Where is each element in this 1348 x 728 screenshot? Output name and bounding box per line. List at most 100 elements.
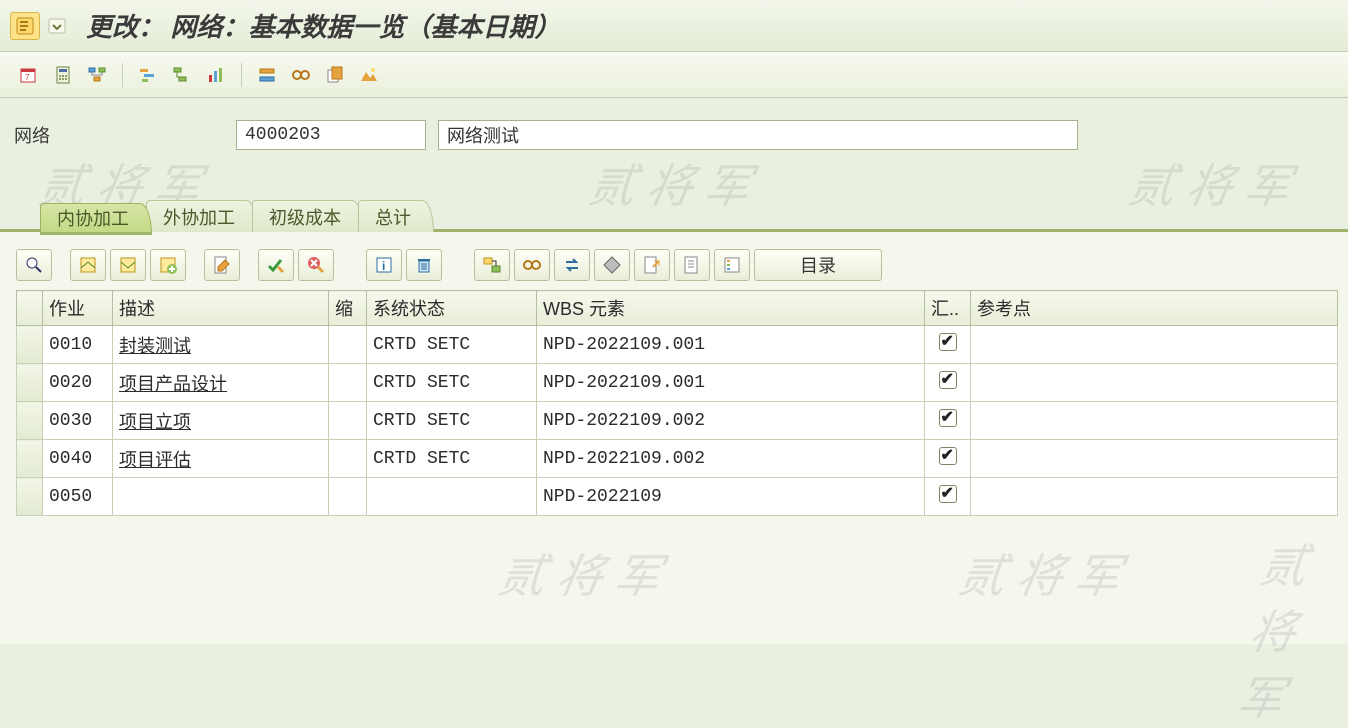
cell-wbs[interactable]: NPD-2022109.002: [537, 440, 925, 478]
row-selector[interactable]: [17, 326, 43, 364]
extras-pattern-button[interactable]: [594, 249, 630, 281]
cell-refpoint[interactable]: [971, 326, 1338, 364]
info-button[interactable]: i: [366, 249, 402, 281]
cell-short[interactable]: [329, 402, 367, 440]
delete-button[interactable]: [406, 249, 442, 281]
col-description[interactable]: 描述: [113, 291, 329, 326]
edit-button[interactable]: [204, 249, 240, 281]
cell-agg[interactable]: [925, 364, 971, 402]
cell-refpoint[interactable]: [971, 402, 1338, 440]
cell-operation[interactable]: 0010: [43, 326, 113, 364]
table-row[interactable]: 0020项目产品设计 CRTD SETCNPD-2022109.001: [17, 364, 1338, 402]
extras-list-button[interactable]: [714, 249, 750, 281]
row-selector[interactable]: [17, 440, 43, 478]
insert-row-icon: [158, 255, 178, 275]
cell-agg[interactable]: [925, 326, 971, 364]
cost-button[interactable]: [354, 61, 384, 89]
tab-total[interactable]: 总计: [358, 200, 434, 232]
cell-status[interactable]: CRTD SETC: [367, 440, 537, 478]
cell-status[interactable]: [367, 478, 537, 516]
col-short[interactable]: 缩: [329, 291, 367, 326]
network-desc-input[interactable]: [438, 120, 1078, 150]
catalog-button[interactable]: 目录: [754, 249, 882, 281]
col-select[interactable]: [17, 291, 43, 326]
cell-agg[interactable]: [925, 440, 971, 478]
cell-operation[interactable]: 0020: [43, 364, 113, 402]
col-operation[interactable]: 作业: [43, 291, 113, 326]
cell-wbs[interactable]: NPD-2022109.002: [537, 402, 925, 440]
hierarchy-icon: [172, 65, 192, 85]
cell-operation[interactable]: 0050: [43, 478, 113, 516]
relation-button[interactable]: [514, 249, 550, 281]
cell-status[interactable]: CRTD SETC: [367, 326, 537, 364]
cell-wbs[interactable]: NPD-2022109.001: [537, 364, 925, 402]
network-id-input[interactable]: [236, 120, 426, 150]
cell-wbs[interactable]: NPD-2022109.001: [537, 326, 925, 364]
row-selector[interactable]: [17, 402, 43, 440]
copy-button[interactable]: [320, 61, 350, 89]
checkbox-icon[interactable]: [939, 371, 957, 389]
row-selector[interactable]: [17, 364, 43, 402]
cell-status[interactable]: CRTD SETC: [367, 364, 537, 402]
capacity-button[interactable]: [252, 61, 282, 89]
schedule-overview-button[interactable]: 7: [14, 61, 44, 89]
checkbox-icon[interactable]: [939, 333, 957, 351]
tab-internal-processing[interactable]: 内协加工: [40, 203, 152, 235]
checkbox-icon[interactable]: [939, 485, 957, 503]
lock-button[interactable]: [298, 249, 334, 281]
cell-operation[interactable]: 0040: [43, 440, 113, 478]
cell-description[interactable]: 项目产品设计: [113, 364, 329, 402]
insert-row-button[interactable]: [150, 249, 186, 281]
dropdown-button[interactable]: [42, 12, 72, 40]
col-wbs[interactable]: WBS 元素: [537, 291, 925, 326]
cell-operation[interactable]: 0030: [43, 402, 113, 440]
cell-description[interactable]: 项目立项: [113, 402, 329, 440]
cell-description[interactable]: 项目评估: [113, 440, 329, 478]
detail-button[interactable]: [16, 249, 52, 281]
cell-agg[interactable]: [925, 402, 971, 440]
milestone-button[interactable]: [554, 249, 590, 281]
tab-primary-cost[interactable]: 初级成本: [252, 200, 364, 232]
calendar-icon: 7: [19, 65, 39, 85]
cell-short[interactable]: [329, 364, 367, 402]
deselect-all-button[interactable]: [110, 249, 146, 281]
cell-refpoint[interactable]: [971, 478, 1338, 516]
confirm-button[interactable]: [286, 61, 316, 89]
table-row[interactable]: 0030项目立项 CRTD SETCNPD-2022109.002: [17, 402, 1338, 440]
extras-doc-button[interactable]: [634, 249, 670, 281]
menu-button[interactable]: [10, 12, 40, 40]
release-button[interactable]: [258, 249, 294, 281]
checkbox-icon[interactable]: [939, 409, 957, 427]
col-agg[interactable]: 汇..: [925, 291, 971, 326]
col-refpoint[interactable]: 参考点: [971, 291, 1338, 326]
graphic-button[interactable]: [82, 61, 112, 89]
mountain-icon: [359, 65, 379, 85]
cell-agg[interactable]: [925, 478, 971, 516]
svg-text:7: 7: [25, 73, 30, 82]
cell-short[interactable]: [329, 326, 367, 364]
col-status[interactable]: 系统状态: [367, 291, 537, 326]
select-all-button[interactable]: [70, 249, 106, 281]
hierarchy-button[interactable]: [167, 61, 197, 89]
network-graphic-button[interactable]: [201, 61, 231, 89]
tab-external-processing[interactable]: 外协加工: [146, 200, 258, 232]
extras-text-button[interactable]: [674, 249, 710, 281]
cell-short[interactable]: [329, 478, 367, 516]
note-icon: [15, 16, 35, 36]
cell-refpoint[interactable]: [971, 440, 1338, 478]
cell-description[interactable]: [113, 478, 329, 516]
page-title: 更改： 网络：基本数据一览（基本日期）: [86, 7, 561, 44]
component-button[interactable]: [474, 249, 510, 281]
cell-short[interactable]: [329, 440, 367, 478]
table-row[interactable]: 0010封装测试 CRTD SETCNPD-2022109.001: [17, 326, 1338, 364]
checkbox-icon[interactable]: [939, 447, 957, 465]
cell-wbs[interactable]: NPD-2022109: [537, 478, 925, 516]
cell-description[interactable]: 封装测试: [113, 326, 329, 364]
calculator-button[interactable]: [48, 61, 78, 89]
gantt-button[interactable]: [133, 61, 163, 89]
cell-status[interactable]: CRTD SETC: [367, 402, 537, 440]
table-row[interactable]: 0040项目评估 CRTD SETCNPD-2022109.002: [17, 440, 1338, 478]
row-selector[interactable]: [17, 478, 43, 516]
table-row[interactable]: 0050 NPD-2022109: [17, 478, 1338, 516]
cell-refpoint[interactable]: [971, 364, 1338, 402]
